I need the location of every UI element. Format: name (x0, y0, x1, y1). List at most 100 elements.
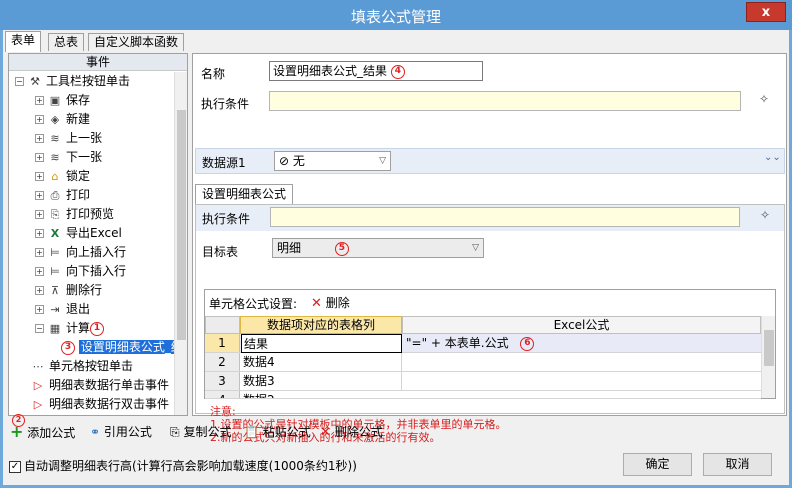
col-header-mapped-column[interactable]: 数据项对应的表格列 (240, 316, 402, 334)
excel-icon: X (50, 227, 60, 240)
collapse-icon[interactable]: − (15, 77, 24, 86)
title-bar[interactable]: 填表公式管理 x (0, 0, 792, 30)
tree-node-lock[interactable]: + ⌂ 锁定 (35, 167, 90, 186)
expand-icon[interactable]: + (35, 115, 44, 124)
name-field[interactable]: 设置明细表公式_结果 4 (269, 61, 483, 81)
row-number: 1 (205, 334, 240, 352)
table-row[interactable]: 2 数据4 (205, 353, 761, 372)
tree-node-exit[interactable]: + ⇥ 退出 (35, 300, 90, 319)
grid-scrollbar[interactable] (761, 316, 775, 398)
tree-node-toolbar-click[interactable]: − ⚒ 工具栏按钮单击 (15, 72, 130, 91)
ref-formula-button[interactable]: ⚭ 引用公式 (90, 422, 152, 442)
tree-scrollbar[interactable] (174, 72, 187, 415)
table-icon: ▦ (49, 322, 61, 335)
tree-node-label: 退出 (66, 302, 91, 316)
formula-detail-panel: 名称 设置明细表公式_结果 4 执行条件 ✧ 数据源1 ⊘ 无 ▽ ⌄⌄ 设置明细… (192, 53, 787, 444)
cancel-button[interactable]: 取消 (703, 453, 772, 476)
auto-row-height-checkbox[interactable]: ✓ 自动调整明细表行高(计算行高会影响加载速度(1000条约1秒)) (9, 457, 357, 474)
tab-custom-script[interactable]: 自定义脚本函数 (88, 33, 185, 51)
tree-node-delete-row[interactable]: + ⊼ 删除行 (35, 281, 102, 300)
cell-column[interactable]: 数据2 (241, 391, 402, 398)
tree-node-new[interactable]: + ◈ 新建 (35, 110, 90, 129)
expand-icon[interactable]: + (35, 172, 44, 181)
insert-row-above-icon: ⊨ (50, 246, 60, 259)
chevron-down-icon: ▽ (379, 156, 386, 166)
magic-wand-icon[interactable]: ✧ (760, 208, 770, 222)
tree-node-calc[interactable]: − ▦ 计算 1 (35, 319, 105, 338)
copy-formula-button[interactable]: ⎘ 复制公式 (170, 422, 231, 442)
window-title: 填表公式管理 (350, 8, 441, 26)
lock-icon: ⌂ (51, 170, 59, 183)
cell-formula-grid: 单元格公式设置: ✕ 删除 数据项对应的表格列 Excel公式 1 结果 "="… (204, 289, 776, 399)
expand-icon[interactable]: + (35, 96, 44, 105)
scrollbar-thumb[interactable] (764, 330, 774, 366)
datasource-value: 无 (292, 154, 305, 168)
tab-summary[interactable]: 总表 (48, 33, 85, 51)
checkbox-box[interactable]: ✓ (9, 460, 21, 473)
table-row[interactable]: 3 数据3 (205, 372, 761, 391)
marker-2: 2 (12, 414, 25, 427)
expand-icon[interactable]: + (35, 305, 44, 314)
copy-formula-label: 复制公式 (183, 425, 232, 439)
condition2-field[interactable] (270, 207, 740, 227)
expand-double-chevron-icon[interactable]: ⌄⌄ (764, 152, 781, 163)
tree-node-label: 保存 (66, 93, 91, 107)
cell-column[interactable]: 数据3 (241, 372, 402, 390)
target-table-select[interactable]: 明细 5 ▽ (272, 238, 484, 258)
cell-formula[interactable]: "=" + 本表单.公式 6 (404, 334, 744, 352)
delete-row-button[interactable]: ✕ 删除 (311, 294, 350, 311)
expand-icon[interactable]: + (35, 286, 44, 295)
delete-label: 删除 (325, 296, 350, 310)
ok-button[interactable]: 确定 (623, 453, 692, 476)
tree-node-selected-formula[interactable]: 3 设置明细表公式_结 (61, 338, 175, 357)
magic-wand-icon[interactable]: ✧ (759, 92, 769, 106)
paste-formula-button[interactable]: 📋 粘贴公式 (244, 422, 311, 442)
tab-form[interactable]: 表单 (5, 31, 42, 52)
tree-node-detail-row-dblclick[interactable]: ▷ 明细表数据行双击事件 (31, 395, 169, 414)
tree-node-insert-below[interactable]: + ⊨ 向下插入行 (35, 262, 126, 281)
section-tab[interactable]: 设置明细表公式 (195, 184, 294, 204)
col-header-excel-formula[interactable]: Excel公式 (402, 316, 761, 334)
tree-node-print[interactable]: + ⎙ 打印 (35, 186, 90, 205)
target-table-label: 目标表 (202, 245, 239, 259)
shield-icon: ◈ (50, 113, 60, 126)
delete-formula-label: 删除公式 (334, 425, 383, 439)
tab-strip: 表单 总表 自定义脚本函数 (3, 31, 789, 52)
condition-field[interactable] (269, 91, 741, 111)
tree-node-print-preview[interactable]: + ⎘ 打印预览 (35, 205, 114, 224)
scrollbar-thumb[interactable] (177, 110, 186, 340)
tree-node-label: 打印预览 (66, 207, 115, 221)
delete-formula-button[interactable]: ✕ 删除公式 (320, 422, 383, 442)
flag-icon: ▷ (33, 398, 43, 411)
expand-icon[interactable]: + (35, 210, 44, 219)
printer-icon: ⎙ (50, 189, 60, 202)
table-row[interactable]: 4 数据2 (205, 391, 761, 399)
cell-column[interactable]: 数据4 (241, 353, 402, 371)
add-formula-button[interactable]: 2 + 添加公式 (10, 414, 75, 442)
tree-node-save[interactable]: + ▣ 保存 (35, 91, 90, 110)
tree-node-next[interactable]: + ≋ 下一张 (35, 148, 102, 167)
expand-icon[interactable]: + (35, 248, 44, 257)
tree-node-prev[interactable]: + ≋ 上一张 (35, 129, 102, 148)
condition-label: 执行条件 (201, 97, 250, 111)
marker-1: 1 (90, 321, 105, 336)
expand-icon[interactable]: + (35, 134, 44, 143)
tree-node-insert-above[interactable]: + ⊨ 向上插入行 (35, 243, 126, 262)
delete-x-icon: ✕ (311, 296, 322, 311)
collapse-icon[interactable]: − (35, 324, 44, 333)
expand-icon[interactable]: + (35, 153, 44, 162)
tree-node-detail-row-click[interactable]: ▷ 明细表数据行单击事件 (31, 376, 169, 395)
close-button[interactable]: x (746, 2, 786, 22)
datasource-select[interactable]: ⊘ 无 ▽ (274, 151, 391, 171)
expand-icon[interactable]: + (35, 191, 44, 200)
cell-column[interactable]: 结果 (241, 334, 402, 353)
table-row[interactable]: 1 结果 "=" + 本表单.公式 6 (205, 334, 761, 353)
tree-node-export-excel[interactable]: + X 导出Excel (35, 224, 122, 243)
tree-node-label: 工具栏按钮单击 (46, 74, 131, 88)
expand-icon[interactable]: + (35, 267, 44, 276)
expand-icon[interactable]: + (35, 229, 44, 238)
tree-node-label: 明细表数据行单击事件 (49, 378, 170, 392)
event-tree[interactable]: − ⚒ 工具栏按钮单击 + ▣ 保存 + ◈ 新建 + ≋ 上一张 + ≋ 下一张 + ⌂ 锁定 + ⎙ 打… (9, 72, 175, 415)
tree-node-cell-button-click[interactable]: ⋯ 单元格按钮单击 (31, 357, 134, 376)
tree-node-label: 新建 (66, 112, 91, 126)
